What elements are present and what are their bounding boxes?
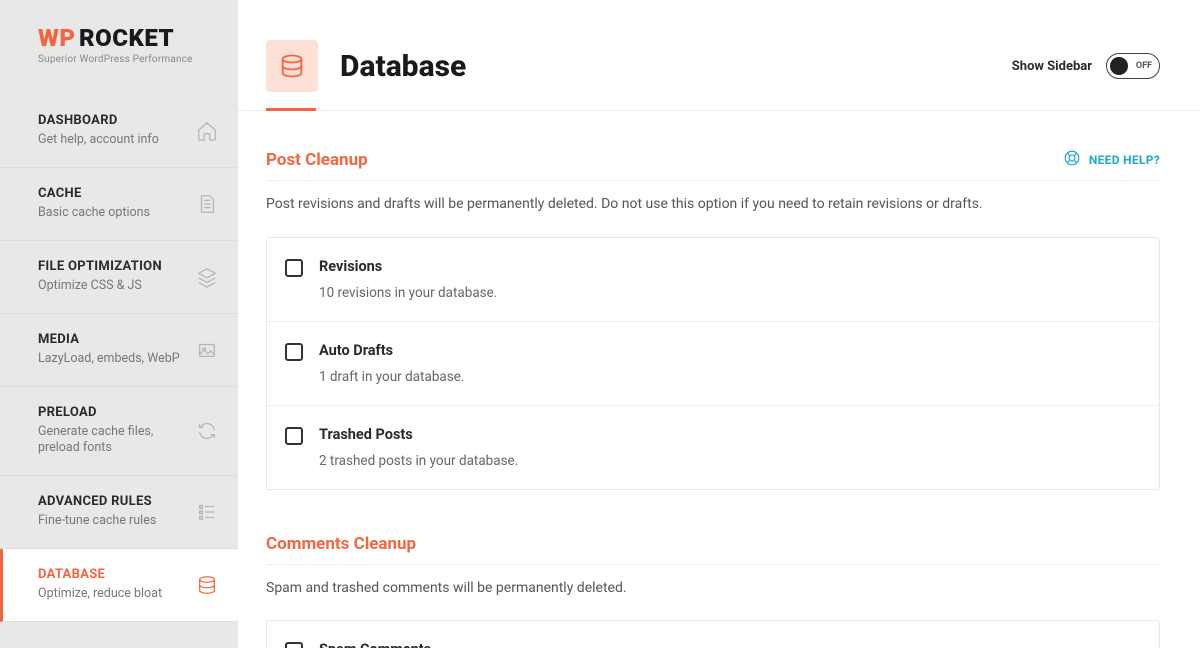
sidebar-item-title: PRELOAD <box>38 405 188 420</box>
comments-options-list: Spam Comments <box>266 620 1160 648</box>
main-content: Database Show Sidebar OFF Post Cleanup <box>238 0 1200 648</box>
sidebar-item-desc: Generate cache files, preload fonts <box>38 424 188 458</box>
comments-cleanup-section: Comments Cleanup Spam and trashed commen… <box>266 534 1160 648</box>
sidebar-item-desc: Get help, account info <box>38 132 159 149</box>
section-title: Post Cleanup <box>266 150 368 170</box>
option-title: Spam Comments <box>319 641 431 648</box>
toggle-state-label: OFF <box>1136 61 1152 71</box>
sidebar-item-title: DASHBOARD <box>38 113 159 128</box>
option-desc: 2 trashed posts in your database. <box>319 453 518 469</box>
logo-tagline: Superior WordPress Performance <box>38 54 218 65</box>
sidebar-item-database[interactable]: DATABASE Optimize, reduce bloat <box>0 549 238 622</box>
option-title: Trashed Posts <box>319 426 518 443</box>
show-sidebar-label: Show Sidebar <box>1012 59 1092 74</box>
post-options-list: Revisions 10 revisions in your database.… <box>266 237 1160 490</box>
header-database-icon <box>266 40 318 92</box>
auto-drafts-checkbox[interactable] <box>285 343 303 361</box>
option-desc: 1 draft in your database. <box>319 369 464 385</box>
need-help-label: NEED HELP? <box>1089 153 1160 167</box>
sidebar-item-title: FILE OPTIMIZATION <box>38 259 162 274</box>
option-trashed-posts: Trashed Posts 2 trashed posts in your da… <box>267 406 1159 489</box>
sidebar-item-media[interactable]: MEDIA LazyLoad, embeds, WebP <box>0 314 238 387</box>
logo-wp: WP <box>38 24 76 52</box>
images-icon <box>196 339 218 361</box>
toggle-knob <box>1110 57 1128 75</box>
sidebar-item-advanced-rules[interactable]: ADVANCED RULES Fine-tune cache rules <box>0 476 238 549</box>
sidebar-item-file-optimization[interactable]: FILE OPTIMIZATION Optimize CSS & JS <box>0 241 238 314</box>
database-icon <box>196 574 218 596</box>
revisions-checkbox[interactable] <box>285 259 303 277</box>
sidebar-item-title: MEDIA <box>38 332 180 347</box>
option-desc: 10 revisions in your database. <box>319 285 497 301</box>
need-help-link[interactable]: NEED HELP? <box>1063 149 1160 170</box>
option-title: Auto Drafts <box>319 342 464 359</box>
file-icon <box>196 193 218 215</box>
logo: WP ROCKET Superior WordPress Performance <box>0 24 238 95</box>
option-auto-drafts: Auto Drafts 1 draft in your database. <box>267 322 1159 406</box>
page-title: Database <box>340 49 466 84</box>
section-desc: Post revisions and drafts will be perman… <box>266 195 1160 215</box>
sidebar: WP ROCKET Superior WordPress Performance… <box>0 0 238 648</box>
sidebar-item-preload[interactable]: PRELOAD Generate cache files, preload fo… <box>0 387 238 477</box>
page-header: Database Show Sidebar OFF <box>238 0 1200 111</box>
sidebar-item-desc: Optimize, reduce bloat <box>38 586 162 603</box>
sidebar-item-desc: Optimize CSS & JS <box>38 278 162 295</box>
section-title: Comments Cleanup <box>266 534 416 554</box>
show-sidebar-toggle[interactable]: OFF <box>1106 53 1160 79</box>
option-title: Revisions <box>319 258 497 275</box>
spam-comments-checkbox[interactable] <box>285 642 303 648</box>
sidebar-item-desc: Basic cache options <box>38 205 150 222</box>
sidebar-item-title: CACHE <box>38 186 150 201</box>
sidebar-item-dashboard[interactable]: DASHBOARD Get help, account info <box>0 95 238 168</box>
layers-icon <box>196 266 218 288</box>
sidebar-item-desc: Fine-tune cache rules <box>38 513 156 530</box>
option-spam-comments: Spam Comments <box>267 621 1159 648</box>
logo-text: WP ROCKET <box>38 24 218 52</box>
sidebar-item-title: DATABASE <box>38 567 162 582</box>
sidebar-item-desc: LazyLoad, embeds, WebP <box>38 351 180 368</box>
lifebuoy-icon <box>1063 149 1081 170</box>
trashed-posts-checkbox[interactable] <box>285 427 303 445</box>
tab-indicator <box>266 108 316 111</box>
sidebar-item-cache[interactable]: CACHE Basic cache options <box>0 168 238 241</box>
sidebar-item-title: ADVANCED RULES <box>38 494 156 509</box>
post-cleanup-section: Post Cleanup NEED HELP? Post revisions a… <box>266 149 1160 490</box>
option-revisions: Revisions 10 revisions in your database. <box>267 238 1159 322</box>
logo-rocket: ROCKET <box>79 24 174 52</box>
home-icon <box>196 120 218 142</box>
section-desc: Spam and trashed comments will be perman… <box>266 579 1160 599</box>
refresh-icon <box>196 420 218 442</box>
list-icon <box>196 501 218 523</box>
